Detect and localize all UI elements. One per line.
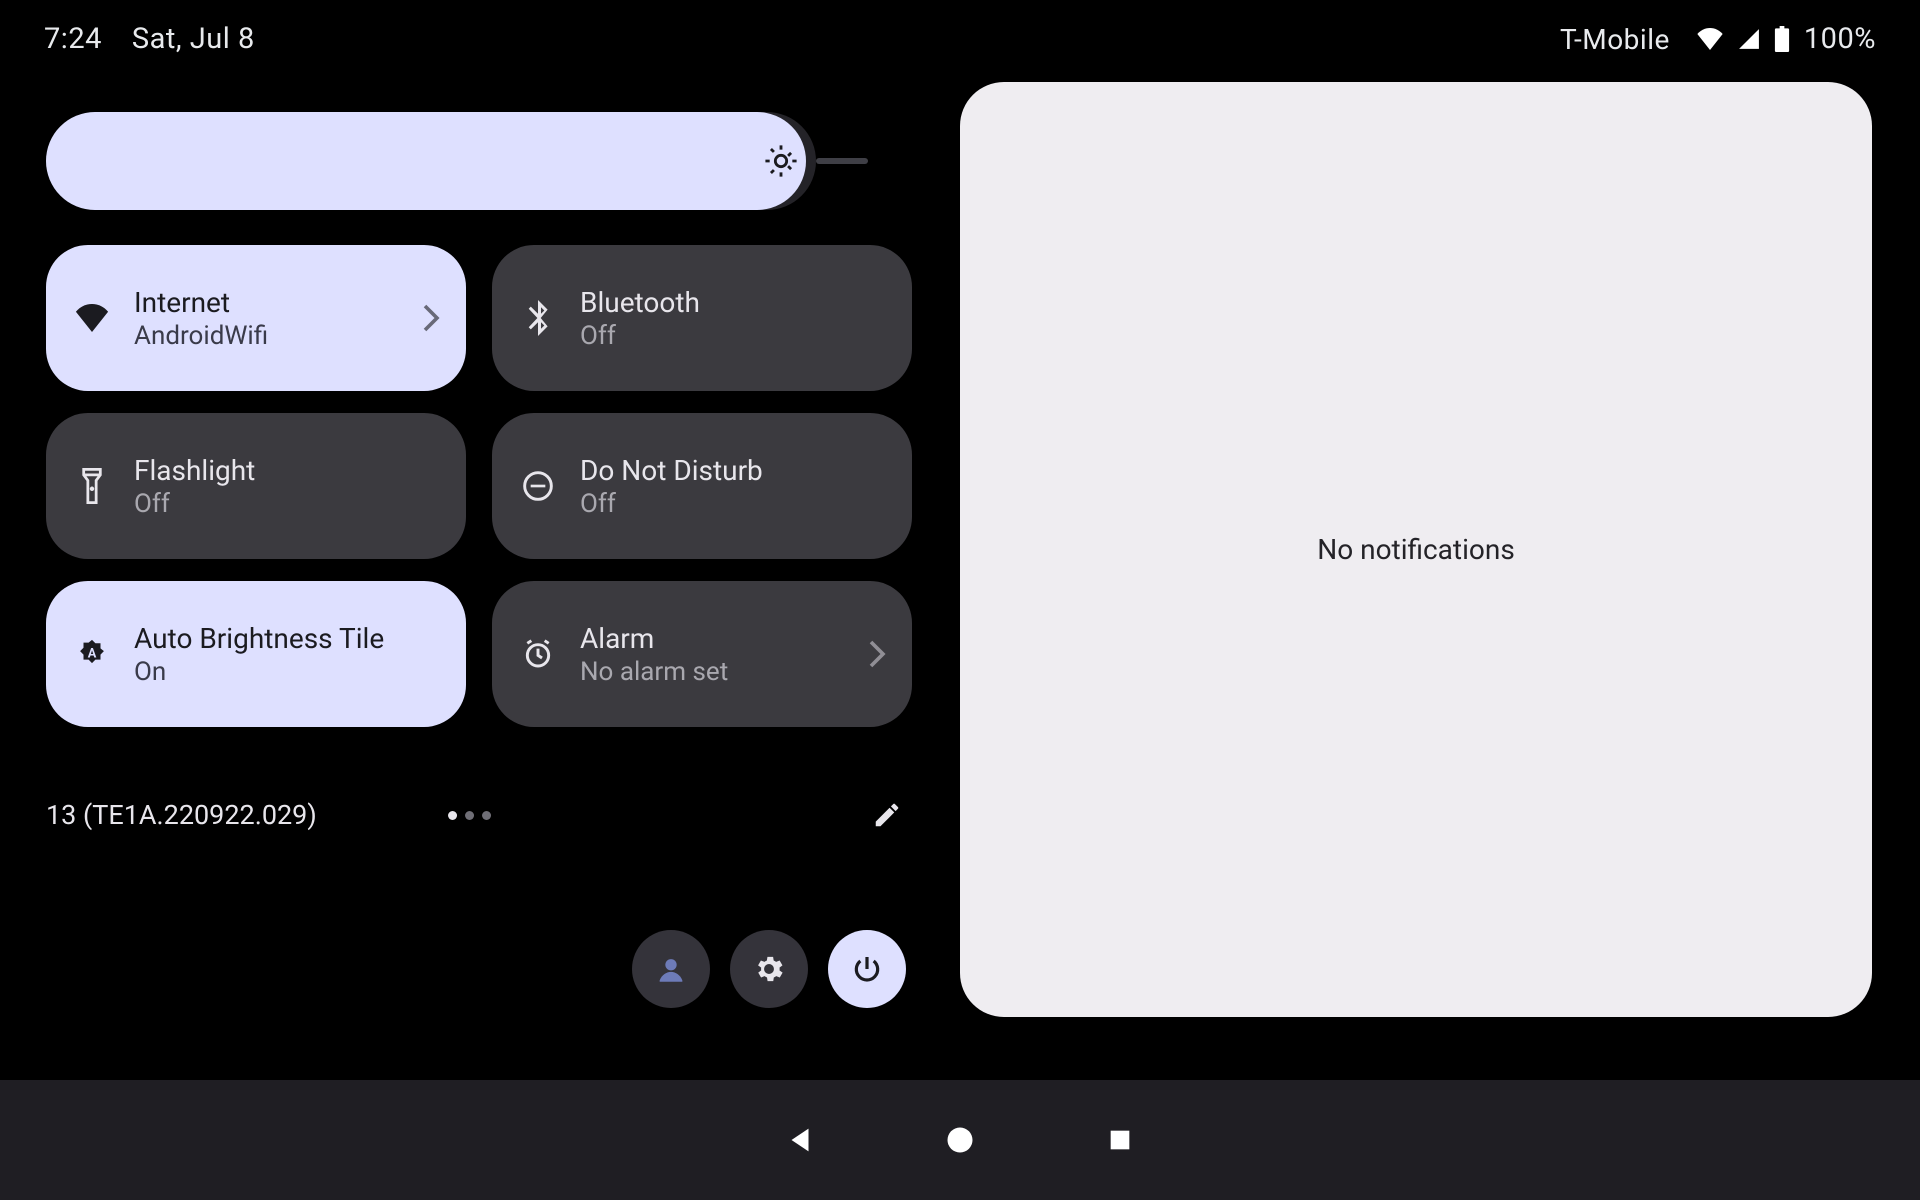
navigation-bar <box>0 1080 1920 1200</box>
notifications-panel[interactable]: No notifications <box>960 82 1872 1017</box>
dnd-icon <box>518 470 558 502</box>
chevron-right-icon <box>422 303 440 333</box>
tile-dnd[interactable]: Do Not Disturb Off <box>492 413 912 559</box>
page-dot <box>448 811 457 820</box>
notifications-empty-text: No notifications <box>1317 533 1515 566</box>
brightness-track-remaining <box>816 158 868 164</box>
tile-subtitle: On <box>134 657 384 687</box>
nav-home-button[interactable] <box>940 1120 980 1160</box>
nav-back-button[interactable] <box>780 1120 820 1160</box>
tile-title: Flashlight <box>134 454 255 487</box>
tile-alarm[interactable]: Alarm No alarm set <box>492 581 912 727</box>
page-dot <box>465 811 474 820</box>
battery-icon <box>1774 26 1790 52</box>
build-version[interactable]: 13 (TE1A.220922.029) <box>46 799 317 831</box>
status-time: 7:24 <box>44 22 102 56</box>
tile-flashlight[interactable]: Flashlight Off <box>46 413 466 559</box>
brightness-slider[interactable] <box>46 112 912 210</box>
page-indicator[interactable] <box>448 811 491 820</box>
status-bar: 7:24 Sat, Jul 8 T-Mobile 100% <box>0 22 1920 56</box>
tile-subtitle: AndroidWifi <box>134 321 268 351</box>
wifi-icon <box>72 304 112 332</box>
tile-bluetooth[interactable]: Bluetooth Off <box>492 245 912 391</box>
bluetooth-icon <box>518 300 558 336</box>
page-dot <box>482 811 491 820</box>
tile-subtitle: Off <box>580 321 700 351</box>
settings-button[interactable] <box>730 930 808 1008</box>
tile-title: Auto Brightness Tile <box>134 622 384 655</box>
tile-subtitle: Off <box>580 489 763 519</box>
tile-title: Alarm <box>580 622 728 655</box>
power-button[interactable] <box>828 930 906 1008</box>
status-carrier: T-Mobile <box>1560 23 1670 56</box>
user-switcher-button[interactable] <box>632 930 710 1008</box>
edit-tiles-button[interactable] <box>862 790 912 840</box>
cellular-signal-icon <box>1738 28 1760 50</box>
wifi-icon <box>1696 28 1724 50</box>
status-date: Sat, Jul 8 <box>132 22 255 56</box>
tile-title: Bluetooth <box>580 286 700 319</box>
flashlight-icon <box>72 468 112 504</box>
status-battery-pct: 100% <box>1804 22 1876 56</box>
alarm-icon <box>518 638 558 670</box>
brightness-icon <box>764 144 798 178</box>
tile-title: Internet <box>134 286 268 319</box>
tile-internet[interactable]: Internet AndroidWifi <box>46 245 466 391</box>
svg-text:A: A <box>88 647 97 662</box>
auto-brightness-icon: A <box>72 637 112 671</box>
tile-auto-brightness[interactable]: A Auto Brightness Tile On <box>46 581 466 727</box>
tile-subtitle: No alarm set <box>580 657 728 687</box>
chevron-right-icon <box>868 639 886 669</box>
tile-title: Do Not Disturb <box>580 454 763 487</box>
nav-recent-button[interactable] <box>1100 1120 1140 1160</box>
tile-subtitle: Off <box>134 489 255 519</box>
